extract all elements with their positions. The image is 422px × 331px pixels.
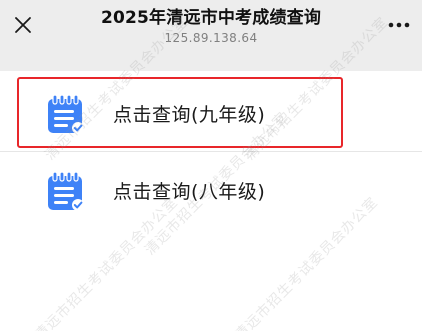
top-bar: 2025年清远市中考成绩查询 125.89.138.64 bbox=[0, 0, 422, 52]
title-block: 2025年清远市中考成绩查询 125.89.138.64 bbox=[101, 7, 321, 46]
close-button[interactable] bbox=[6, 8, 40, 42]
query-grade9-item[interactable]: 点击查询(九年级) bbox=[0, 71, 422, 151]
query-grade8-item[interactable]: 点击查询(八年级) bbox=[0, 152, 422, 232]
clipboard-icon bbox=[48, 171, 84, 211]
query-grade9-label: 点击查询(九年级) bbox=[113, 104, 266, 126]
query-menu: 点击查询(九年级) 点击查询(八年级) bbox=[0, 71, 422, 232]
page: 2025年清远市中考成绩查询 125.89.138.64 点击查询(九年级) 点… bbox=[0, 0, 422, 331]
content-background bbox=[0, 232, 422, 331]
more-icon bbox=[388, 22, 410, 28]
page-subtitle: 125.89.138.64 bbox=[164, 30, 258, 45]
more-button[interactable] bbox=[382, 8, 416, 42]
page-title: 2025年清远市中考成绩查询 bbox=[100, 7, 322, 28]
close-icon bbox=[15, 17, 31, 33]
clipboard-icon bbox=[48, 94, 84, 134]
query-grade8-label: 点击查询(八年级) bbox=[113, 181, 266, 203]
